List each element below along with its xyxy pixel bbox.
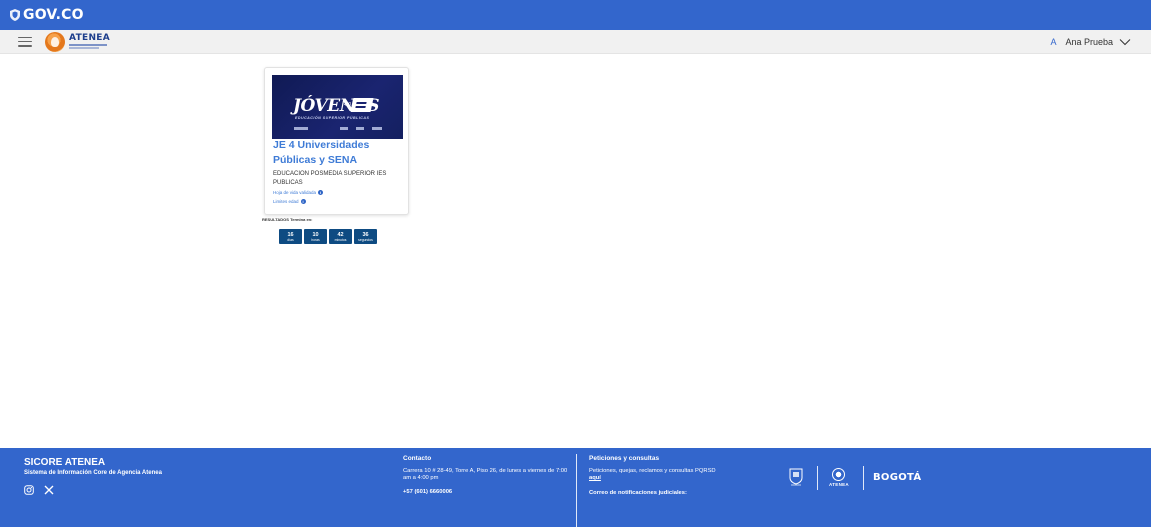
menu-icon[interactable] [18, 36, 32, 47]
app-header: ATENEA A Ana Prueba [0, 30, 1151, 54]
user-name: Ana Prueba [1065, 37, 1113, 47]
x-icon[interactable] [44, 485, 54, 495]
hoja-de-vida-link[interactable]: Hoja de vida validada i [273, 190, 324, 195]
footer-subtitle: Sistema de Información Core de Agencia A… [24, 470, 162, 476]
countdown: 16 días 10 horas 42 minutos 36 segundos [279, 229, 377, 244]
footer-divider [576, 454, 577, 527]
instagram-icon[interactable] [24, 485, 34, 495]
results-label: RESULTADOS Termina en: [262, 217, 313, 222]
gov-co-text: GOV.CO [23, 7, 84, 23]
notificaciones-text: Correo de notificaciones judiciales: [589, 490, 687, 496]
contact-address: Carrera 10 # 28-49, Torre A, Piso 26, de… [403, 468, 568, 481]
countdown-minutes: 42 minutos [329, 229, 352, 244]
logo-divider [863, 466, 864, 490]
atenea-logo[interactable]: ATENEA [45, 31, 110, 52]
brand-name: ATENEA [69, 33, 110, 43]
limites-edad-label: Limites edad [273, 199, 299, 204]
gov-shield-icon [10, 9, 20, 21]
bogota-seal-icon [789, 468, 803, 486]
info-icon: i [300, 199, 306, 204]
peticiones-text: Peticiones, quejas, reclamos y consultas… [589, 468, 716, 474]
atenea-footer-logo: ATENEA [829, 468, 849, 487]
limites-edad-link[interactable]: Limites edad i [273, 199, 306, 204]
banner-e-mark [350, 98, 374, 112]
program-title[interactable]: JE 4 Universidades Públicas y SENA [273, 138, 403, 168]
countdown-hours: 10 horas [304, 229, 327, 244]
user-menu[interactable]: A Ana Prueba [1050, 30, 1131, 54]
contact-phone: +57 (601) 6660006 [403, 489, 453, 495]
banner-subtitle: EDUCACIÓN SUPERIOR PÚBLICAS [295, 116, 370, 120]
user-initial: A [1050, 37, 1057, 47]
info-icon: i [318, 190, 324, 195]
pqrsd-link[interactable]: aquí [589, 475, 601, 482]
program-description: EDUCACION POSMEDIA SUPERIOR IES PUBLICAS [273, 171, 387, 186]
countdown-days: 16 días [279, 229, 302, 244]
peticiones-heading: Peticiones y consultas [589, 455, 660, 462]
footer: SICORE ATENEA Sistema de Información Cor… [0, 448, 1151, 527]
countdown-seconds: 36 segundos [354, 229, 377, 244]
gov-top-bar: GOV.CO [0, 0, 1151, 30]
bogota-logo: BOGOTÁ [873, 472, 922, 483]
logo-divider [817, 466, 818, 490]
program-banner-image: JÓVENES 4.0 EDUCACIÓN SUPERIOR PÚBLICAS [272, 75, 403, 139]
gov-co-logo[interactable]: GOV.CO [10, 7, 84, 23]
banner-number: 4.0 [344, 102, 351, 108]
atenea-emblem-icon [832, 468, 846, 481]
atenea-footer-name: ATENEA [829, 482, 849, 487]
contact-heading: Contacto [403, 455, 432, 462]
footer-title: SICORE ATENEA [24, 457, 106, 468]
banner-logos [294, 127, 382, 131]
hoja-de-vida-label: Hoja de vida validada [273, 190, 317, 195]
social-links [24, 485, 54, 495]
chevron-down-icon [1119, 39, 1131, 46]
atenea-emblem-icon [45, 31, 65, 52]
program-card[interactable]: JÓVENES 4.0 EDUCACIÓN SUPERIOR PÚBLICAS … [264, 67, 409, 215]
